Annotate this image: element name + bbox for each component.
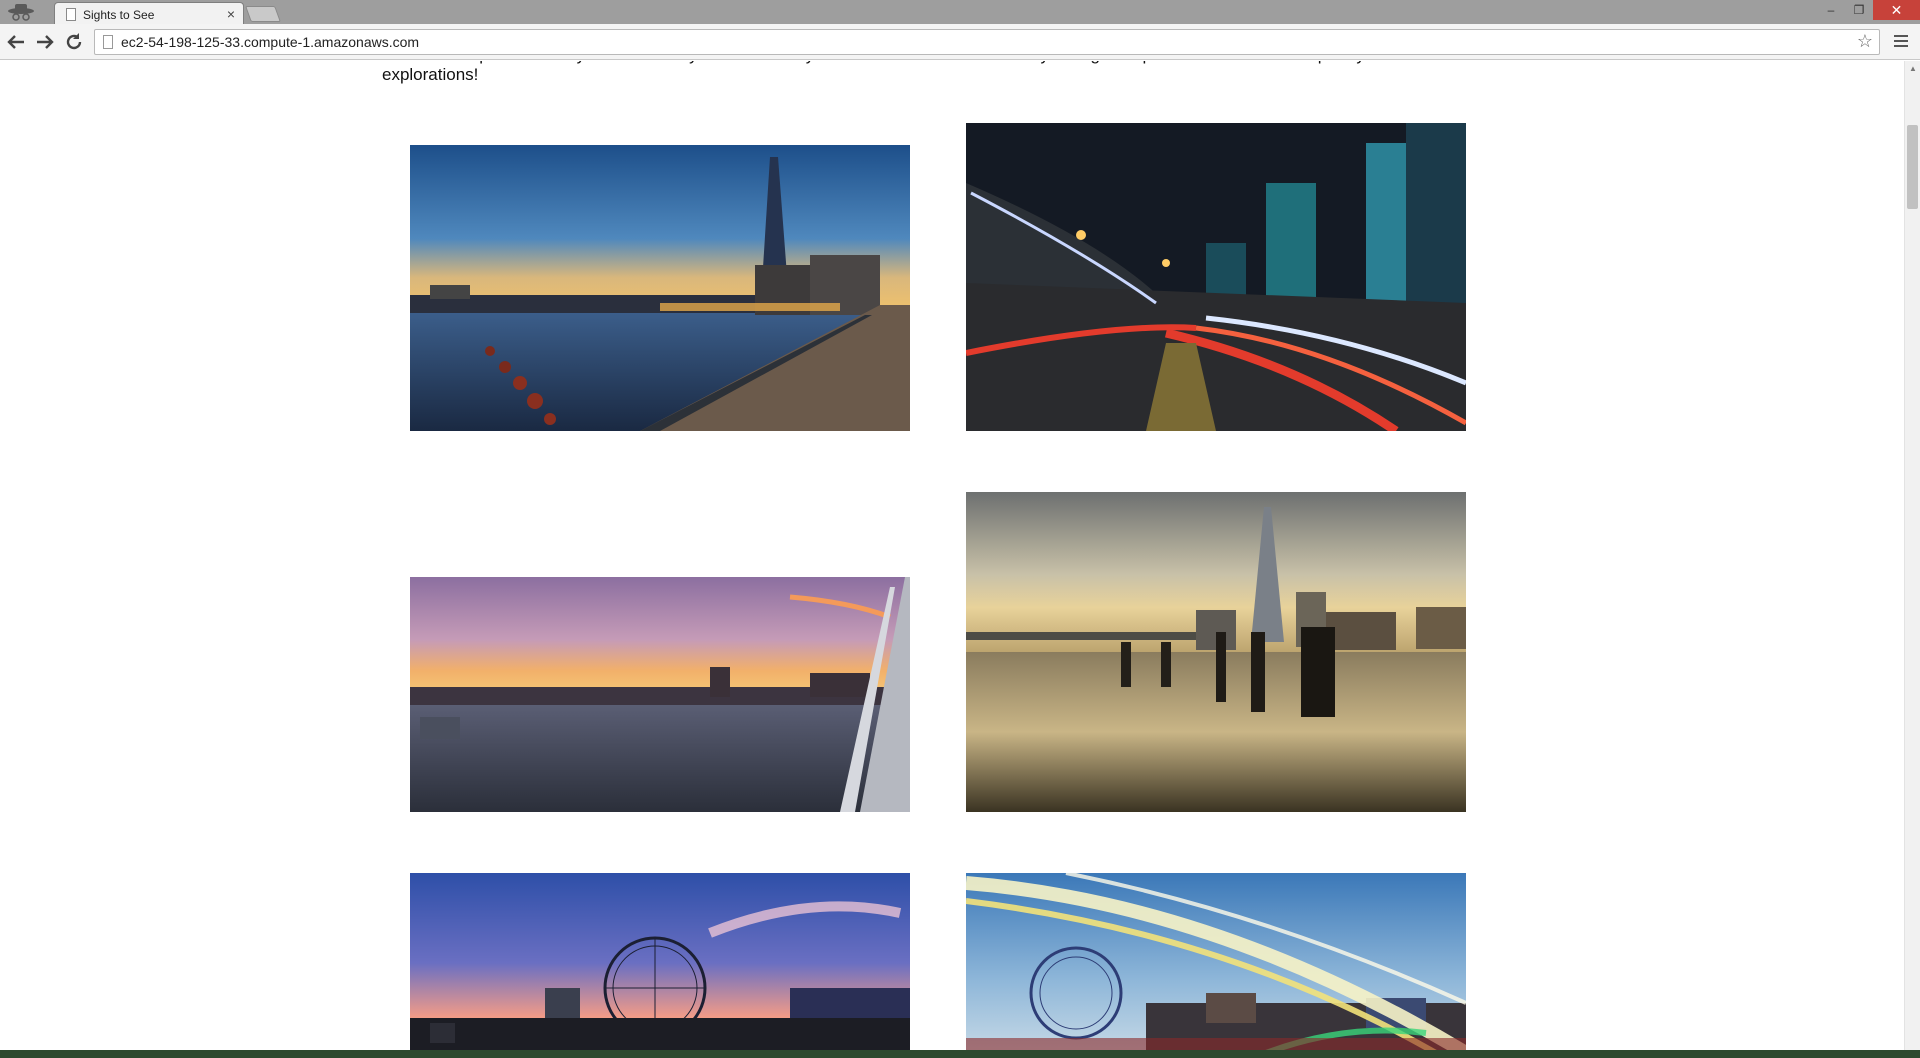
- close-window-button[interactable]: ✕: [1873, 0, 1920, 20]
- page-scrollbar[interactable]: ▲: [1904, 61, 1920, 1050]
- reload-icon[interactable]: [62, 30, 86, 54]
- address-bar[interactable]: ☆: [94, 29, 1880, 55]
- os-taskbar: [0, 1050, 1920, 1058]
- browser-toolbar: ☆: [0, 24, 1920, 60]
- london-eye-light-streak-photo[interactable]: [966, 873, 1466, 1050]
- window-titlebar: Sights to See × – ❐ ✕: [0, 0, 1920, 26]
- menu-icon[interactable]: [1890, 32, 1912, 52]
- shard-riverside-dusk-photo[interactable]: [410, 145, 910, 431]
- tab-close-icon[interactable]: ×: [227, 6, 235, 22]
- active-tab[interactable]: Sights to See ×: [54, 2, 244, 26]
- minimize-button[interactable]: –: [1817, 0, 1845, 20]
- page-icon: [66, 8, 76, 21]
- maximize-button[interactable]: ❐: [1845, 0, 1873, 20]
- page-info-icon[interactable]: [103, 35, 113, 49]
- thames-sunset-photo[interactable]: [410, 577, 910, 812]
- intro-text: Just click on pictures that you like. On…: [382, 61, 1390, 84]
- city-light-trails-photo[interactable]: [966, 123, 1466, 431]
- new-tab-button[interactable]: [245, 6, 281, 22]
- tab-title: Sights to See: [83, 8, 155, 22]
- bookmark-star-icon[interactable]: ☆: [1857, 31, 1873, 52]
- back-arrow-icon[interactable]: [4, 30, 28, 54]
- forward-arrow-icon[interactable]: [33, 30, 57, 54]
- shard-pier-reflection-photo[interactable]: [966, 492, 1466, 812]
- page-content: Just click on pictures that you like. On…: [0, 61, 1904, 1050]
- london-eye-sunset-photo[interactable]: [410, 873, 910, 1050]
- scrollbar-thumb[interactable]: [1907, 125, 1918, 209]
- scroll-up-arrow-icon[interactable]: ▲: [1905, 61, 1920, 77]
- url-input[interactable]: [121, 32, 1821, 52]
- incognito-icon: [8, 4, 34, 21]
